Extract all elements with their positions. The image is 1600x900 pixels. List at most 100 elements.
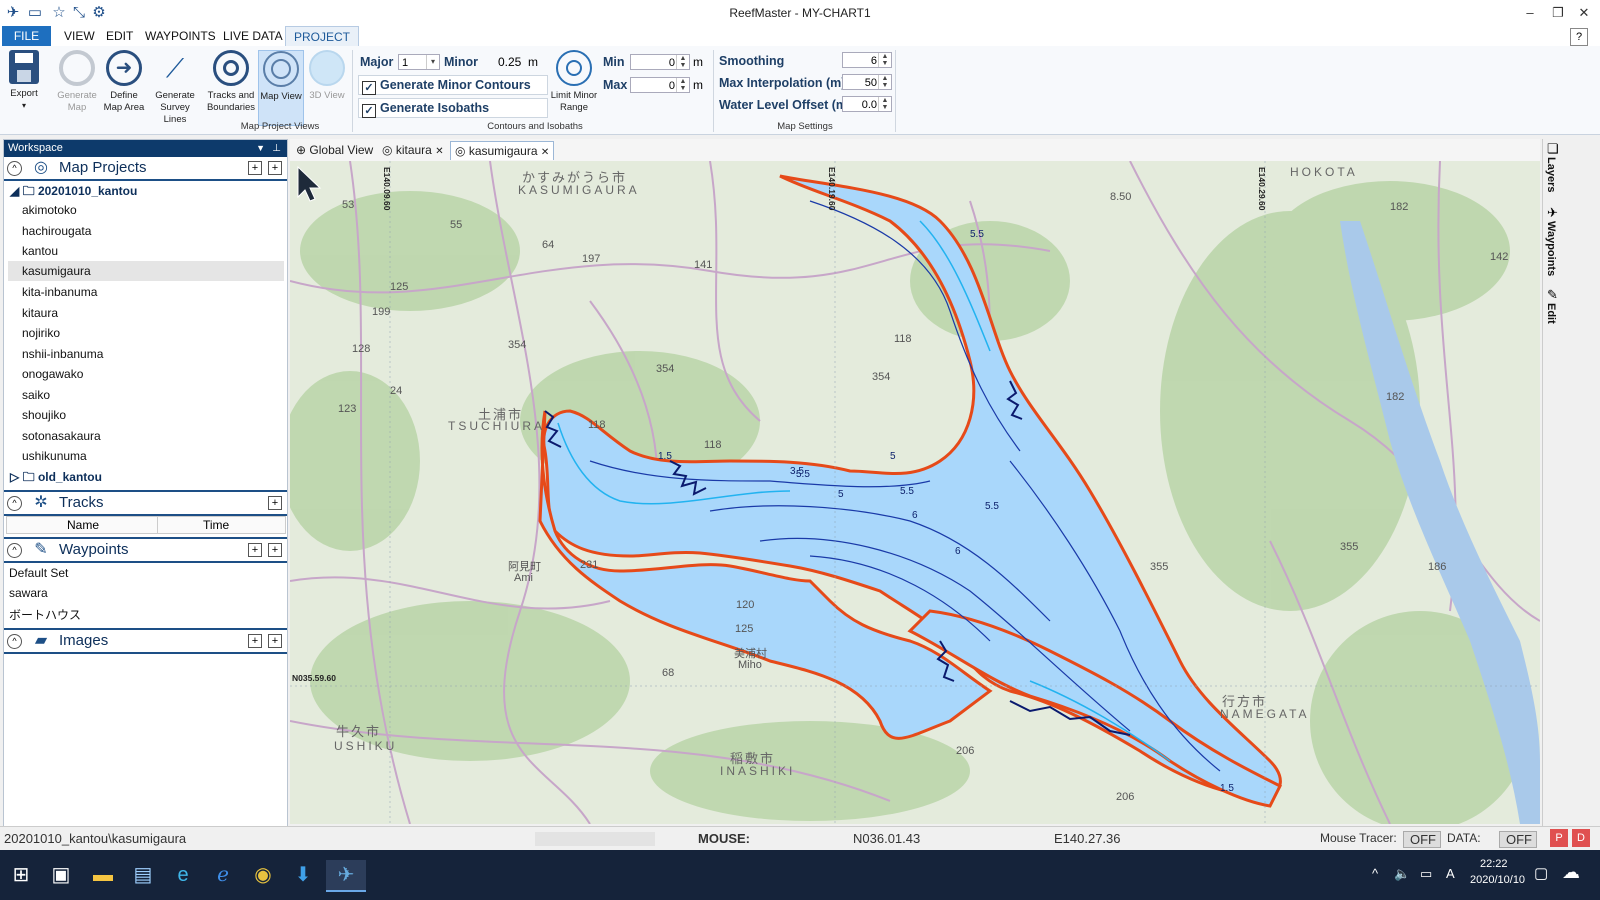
edit-tab[interactable]: Edit xyxy=(1545,303,1557,324)
chevron-down-icon: ▾ xyxy=(426,55,439,69)
document-tabs: ⊕ Global View ◎ kitaura ✕ ◎ kasumigaura … xyxy=(290,139,1540,161)
map-canvas[interactable]: E140.09.60 E140.19.60 E140.29.60 N035.59… xyxy=(290,161,1540,824)
max-spinner[interactable]: 0 ▲ ▼ xyxy=(630,77,690,93)
minimize-button[interactable]: – xyxy=(1516,4,1544,22)
task-view-icon[interactable]: ▣ xyxy=(46,860,76,890)
import-icon[interactable]: + xyxy=(268,634,282,648)
major-select[interactable]: 1 ▾ xyxy=(398,54,440,70)
generate-map-button[interactable]: Generate Map xyxy=(56,50,98,114)
generate-isobaths-checkbox[interactable]: ✓ Generate Isobaths xyxy=(358,98,548,118)
list-item[interactable]: kitaura xyxy=(22,306,58,320)
file-explorer-icon[interactable]: ▬ xyxy=(88,860,118,890)
import-icon[interactable]: + xyxy=(268,161,282,175)
collapse-icon[interactable]: ^ xyxy=(7,161,22,176)
tab-view[interactable]: VIEW xyxy=(56,26,103,46)
3d-view-button[interactable]: 3D View xyxy=(306,50,348,102)
map-view-button[interactable]: Map View xyxy=(258,50,304,126)
waypoints-section: ^ ✎ Waypoints + + xyxy=(4,537,287,563)
collapse-icon[interactable]: ^ xyxy=(7,634,22,649)
internet-explorer-icon[interactable]: ℯ xyxy=(208,860,238,890)
p-button[interactable]: P xyxy=(1550,829,1568,847)
close-icon[interactable]: ✕ xyxy=(541,147,549,158)
collapse-icon[interactable]: ^ xyxy=(7,496,22,511)
reefmaster-taskbar-icon[interactable]: ✈ xyxy=(326,860,366,892)
chevron-up-icon[interactable]: ^ xyxy=(1372,866,1378,881)
generate-minor-contours-checkbox[interactable]: ✓ Generate Minor Contours xyxy=(358,75,548,95)
col-time[interactable]: Time xyxy=(203,518,229,532)
list-item[interactable]: sotonasakaura xyxy=(22,429,101,443)
limit-minor-range-button[interactable]: Limit Minor Range xyxy=(550,50,598,114)
notification-icon[interactable]: ▢ xyxy=(1534,864,1548,882)
clock-date[interactable]: 2020/10/10 xyxy=(1470,874,1525,886)
project-folder[interactable]: ◢ 🗀 20201010_kantou xyxy=(10,182,137,203)
max-interpolation-spinner[interactable]: 50 ▲ ▼ xyxy=(842,74,892,90)
store-icon[interactable]: ▤ xyxy=(128,860,158,890)
d-button[interactable]: D xyxy=(1572,829,1590,847)
list-item[interactable]: ushikunuma xyxy=(22,449,87,463)
mouse-tracer-toggle[interactable]: OFF xyxy=(1403,831,1441,848)
help-button[interactable]: ? xyxy=(1570,28,1588,46)
list-item[interactable]: nojiriko xyxy=(22,326,60,340)
tab-file[interactable]: FILE xyxy=(2,26,51,46)
list-item[interactable]: hachirougata xyxy=(22,224,91,238)
windows-start-icon[interactable]: ⊞ xyxy=(6,860,36,890)
tab-project[interactable]: PROJECT xyxy=(285,26,360,47)
add-icon[interactable]: + xyxy=(248,543,262,557)
close-window-button[interactable]: ✕ xyxy=(1570,4,1598,22)
ime-indicator[interactable]: A xyxy=(1446,866,1455,881)
tracks-boundaries-button[interactable]: Tracks and Boundaries xyxy=(206,50,256,114)
list-item[interactable]: kantou xyxy=(22,244,58,258)
list-item[interactable]: akimotoko xyxy=(22,203,77,217)
chrome-icon[interactable]: ◉ xyxy=(248,860,278,890)
add-icon[interactable]: + xyxy=(248,634,262,648)
volume-icon[interactable]: 🔈 xyxy=(1394,866,1410,882)
generate-survey-lines-button[interactable]: ⟋ Generate Survey Lines xyxy=(148,50,202,126)
list-item[interactable]: saiko xyxy=(22,388,50,402)
col-name[interactable]: Name xyxy=(67,518,99,532)
tab-kasumigaura[interactable]: ◎ kasumigaura ✕ xyxy=(450,141,555,160)
collapse-icon[interactable]: ^ xyxy=(7,543,22,558)
list-item-selected[interactable]: kasumigaura xyxy=(8,261,284,281)
pin-icon[interactable]: ⊥ xyxy=(272,140,281,157)
title-bar: ✈ ▭ ☆ ⤡ ⚙ ReefMaster - MY-CHART1 – ❐ ✕ xyxy=(0,0,1600,27)
export-button[interactable]: Export ▾ xyxy=(4,50,44,112)
network-icon[interactable]: ▭ xyxy=(1420,866,1432,882)
list-item[interactable]: nshii-inbanuma xyxy=(22,347,103,361)
weather-icon[interactable]: ☁ xyxy=(1562,862,1580,883)
close-icon[interactable]: ✕ xyxy=(435,146,443,157)
data-toggle[interactable]: OFF xyxy=(1499,831,1537,848)
map-svg[interactable] xyxy=(290,161,1540,824)
water-level-offset-spinner[interactable]: 0.0 ▲ ▼ xyxy=(842,96,892,112)
minor-label: Minor xyxy=(444,55,479,69)
restore-button[interactable]: ❐ xyxy=(1544,4,1572,22)
import-icon[interactable]: + xyxy=(268,496,282,510)
minor-value[interactable]: 0.25 xyxy=(498,55,521,69)
min-spinner[interactable]: 0 ▲ ▼ xyxy=(630,54,690,70)
dropdown-icon[interactable]: ▼ xyxy=(256,140,265,157)
list-item[interactable]: ボートハウス xyxy=(9,606,81,623)
checkmark-icon: ✓ xyxy=(362,81,376,95)
waypoints-tab[interactable]: Waypoints xyxy=(1545,221,1557,276)
edge-icon[interactable]: e xyxy=(168,860,198,890)
tab-edit[interactable]: EDIT xyxy=(98,26,141,46)
list-item[interactable]: Default Set xyxy=(9,566,68,580)
import-icon[interactable]: + xyxy=(268,543,282,557)
smoothing-spinner[interactable]: 6 ▲ ▼ xyxy=(842,52,892,68)
old-folder[interactable]: ▷ 🗀 old_kantou xyxy=(10,468,102,489)
tab-live-data[interactable]: LIVE DATA xyxy=(215,26,291,46)
map-project-icon: ◎ xyxy=(455,144,466,158)
clock-time[interactable]: 22:22 xyxy=(1480,858,1508,870)
list-item[interactable]: onogawako xyxy=(22,367,83,381)
arrow-right-icon: ➜ xyxy=(106,50,142,86)
tab-waypoints[interactable]: WAYPOINTS xyxy=(137,26,224,46)
tab-global-view[interactable]: ⊕ Global View xyxy=(292,141,377,159)
list-item[interactable]: kita-inbanuma xyxy=(22,285,97,299)
save-icon xyxy=(9,50,39,84)
download-icon[interactable]: ⬇ xyxy=(288,860,318,890)
list-item[interactable]: sawara xyxy=(9,586,48,600)
define-map-area-button[interactable]: ➜ Define Map Area xyxy=(102,50,146,114)
list-item[interactable]: shoujiko xyxy=(22,408,66,422)
tab-kitaura[interactable]: ◎ kitaura ✕ xyxy=(378,141,448,159)
add-icon[interactable]: + xyxy=(248,161,262,175)
layers-tab[interactable]: Layers xyxy=(1545,157,1557,192)
